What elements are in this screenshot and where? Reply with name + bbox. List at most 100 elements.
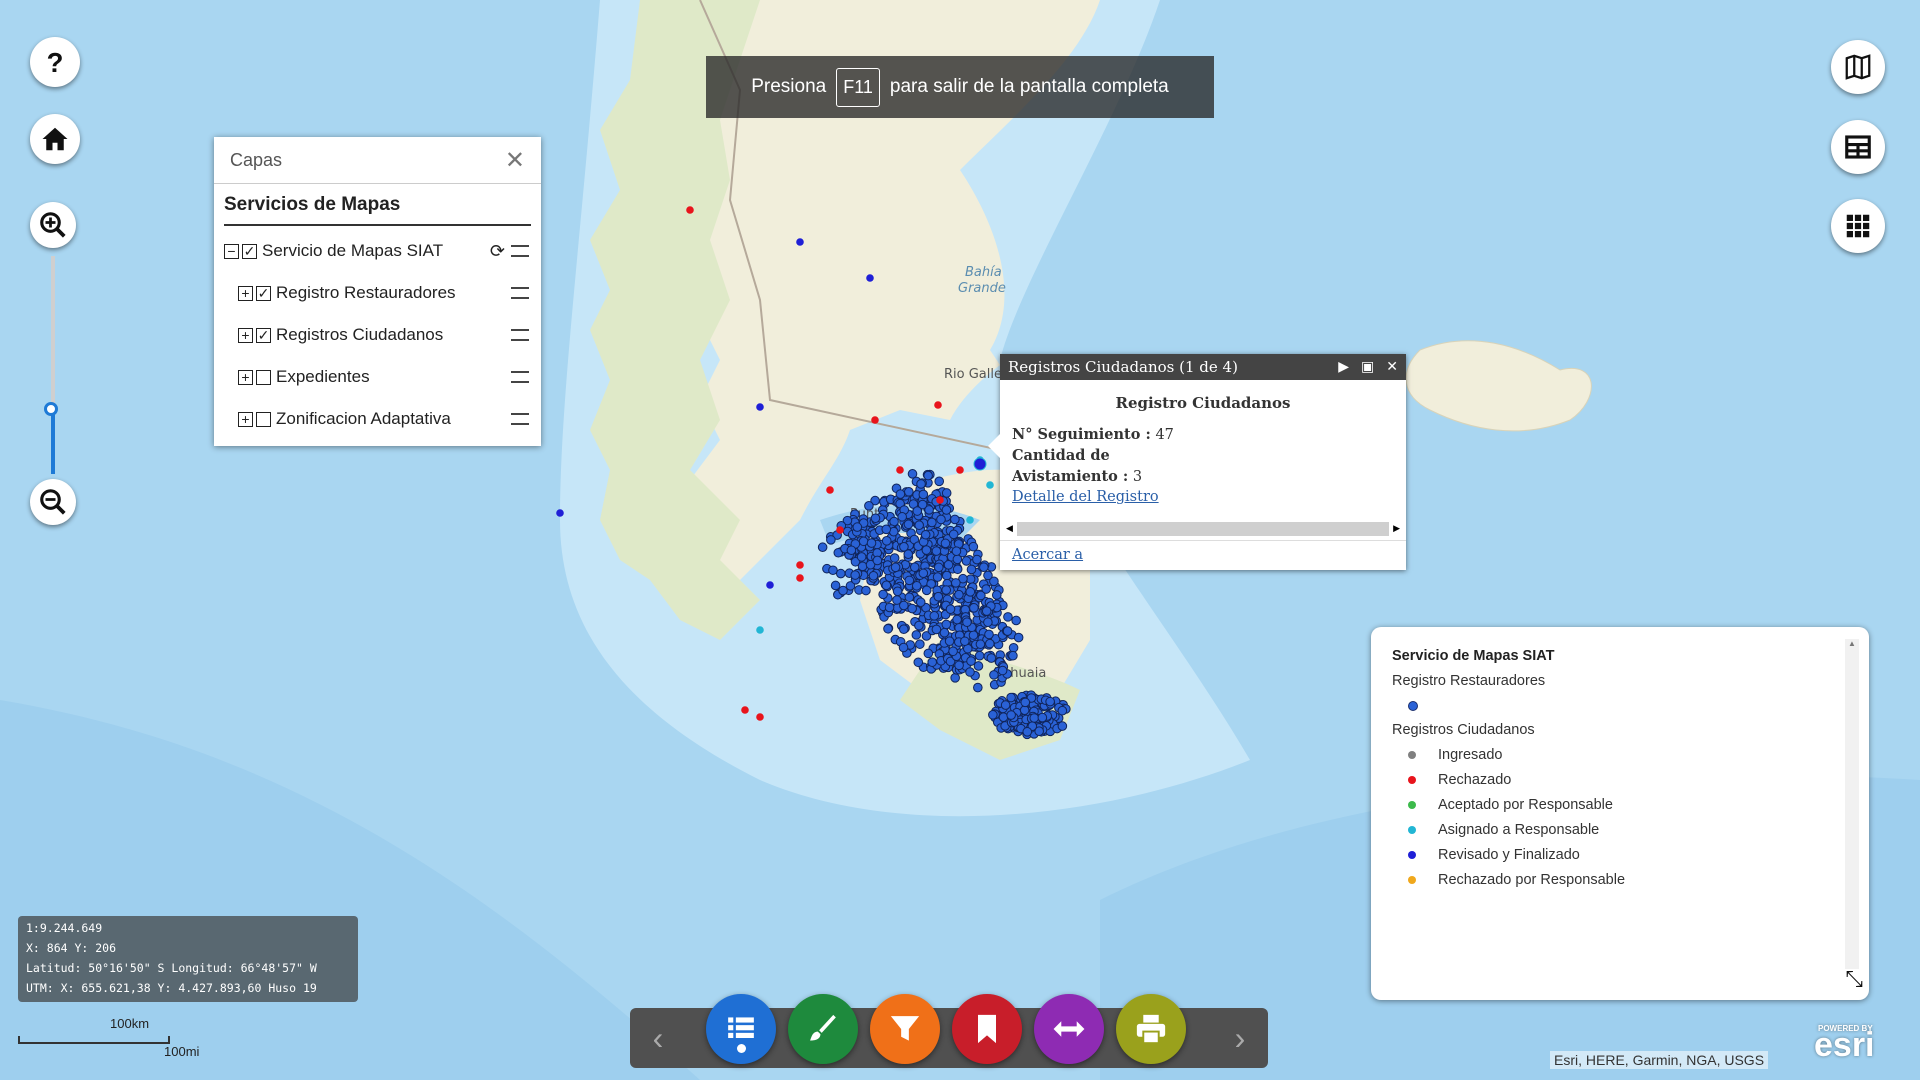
restaurador-point[interactable] xyxy=(973,661,984,671)
layer-checkbox[interactable] xyxy=(256,369,271,385)
restaurador-point[interactable] xyxy=(904,592,915,603)
layer-checkbox[interactable]: ✓ xyxy=(256,285,271,301)
ciudadano-point[interactable] xyxy=(836,526,844,534)
restaurador-point[interactable] xyxy=(909,562,920,572)
restaurador-point[interactable] xyxy=(950,673,960,683)
close-icon[interactable]: ✕ xyxy=(505,146,525,175)
restaurador-point[interactable] xyxy=(965,587,976,597)
ciudadano-point[interactable] xyxy=(934,401,942,409)
restaurador-point[interactable] xyxy=(981,584,992,594)
expand-icon[interactable]: + xyxy=(238,411,253,427)
ciudadano-point[interactable] xyxy=(826,486,834,494)
restaurador-point[interactable] xyxy=(983,570,993,581)
restaurador-point[interactable] xyxy=(983,617,993,628)
restaurador-point[interactable] xyxy=(904,486,914,497)
restaurador-point[interactable] xyxy=(997,665,1008,676)
restaurador-point[interactable] xyxy=(918,568,929,579)
restaurador-point[interactable] xyxy=(881,524,892,535)
restaurador-point[interactable] xyxy=(984,629,994,640)
restaurador-point[interactable] xyxy=(936,514,946,525)
restaurador-point[interactable] xyxy=(944,636,955,646)
restaurador-point[interactable] xyxy=(852,522,863,532)
restaurador-point[interactable] xyxy=(941,619,952,630)
restaurador-point[interactable] xyxy=(892,586,903,597)
restaurador-point[interactable] xyxy=(1003,612,1013,622)
restaurador-point[interactable] xyxy=(914,620,924,631)
zoom-slider-handle[interactable] xyxy=(44,402,58,416)
filter-tool-button[interactable] xyxy=(870,994,940,1064)
restaurador-point[interactable] xyxy=(911,580,922,591)
restaurador-point[interactable] xyxy=(898,642,909,653)
restaurador-point[interactable] xyxy=(966,656,976,666)
restaurador-point[interactable] xyxy=(899,542,909,552)
restaurador-point[interactable] xyxy=(941,505,952,515)
restaurador-point[interactable] xyxy=(948,529,959,540)
draw-tool-button[interactable] xyxy=(788,994,858,1064)
toolbar-next-button[interactable]: › xyxy=(1212,1008,1268,1068)
restaurador-point[interactable] xyxy=(895,489,906,499)
restaurador-point[interactable] xyxy=(907,603,917,614)
restaurador-point[interactable] xyxy=(921,545,932,555)
restaurador-point[interactable] xyxy=(945,604,956,614)
widgets-button[interactable] xyxy=(1831,199,1885,253)
scroll-track[interactable] xyxy=(1016,522,1390,536)
restaurador-point[interactable] xyxy=(954,660,964,671)
restaurador-point[interactable] xyxy=(1019,705,1030,715)
restaurador-point[interactable] xyxy=(835,568,846,579)
restaurador-point[interactable] xyxy=(931,546,942,556)
restaurador-point[interactable] xyxy=(962,617,972,627)
restaurador-point[interactable] xyxy=(870,513,881,524)
restaurador-point[interactable] xyxy=(1013,632,1024,643)
restaurador-point[interactable] xyxy=(933,591,944,602)
restaurador-point[interactable] xyxy=(965,667,975,677)
restaurador-point[interactable] xyxy=(931,624,942,635)
restaurador-point[interactable] xyxy=(881,580,892,591)
service-checkbox[interactable]: ✓ xyxy=(242,243,257,259)
layer-checkbox[interactable] xyxy=(256,411,271,427)
restaurador-point[interactable] xyxy=(951,578,961,588)
restaurador-point[interactable] xyxy=(864,501,874,511)
restaurador-point[interactable] xyxy=(918,489,929,500)
measure-tool-button[interactable] xyxy=(1034,994,1104,1064)
help-button[interactable]: ? xyxy=(30,37,80,87)
restaurador-point[interactable] xyxy=(932,572,943,582)
legend-scrollbar[interactable]: ▲ xyxy=(1845,639,1859,969)
refresh-icon[interactable]: ⟳ xyxy=(490,241,505,262)
ciudadano-point[interactable] xyxy=(766,581,774,589)
restaurador-point[interactable] xyxy=(927,517,937,528)
restaurador-point[interactable] xyxy=(950,514,960,525)
ciudadano-point[interactable] xyxy=(756,403,764,411)
ciudadano-point[interactable] xyxy=(756,713,764,721)
ciudadano-point[interactable] xyxy=(686,206,694,214)
restaurador-point[interactable] xyxy=(934,476,945,487)
restaurador-point[interactable] xyxy=(856,552,867,562)
restaurador-point[interactable] xyxy=(941,488,952,498)
expand-icon[interactable]: + xyxy=(238,327,253,343)
expand-icon[interactable]: + xyxy=(238,369,253,385)
menu-icon[interactable] xyxy=(511,245,529,257)
expand-icon[interactable]: + xyxy=(238,285,253,301)
ciudadano-point[interactable] xyxy=(556,509,564,517)
restaurador-point[interactable] xyxy=(898,624,909,634)
restaurador-point[interactable] xyxy=(1000,700,1011,710)
restaurador-point[interactable] xyxy=(989,670,999,680)
drag-handle-icon[interactable] xyxy=(511,287,529,299)
scroll-up-icon[interactable]: ▲ xyxy=(1845,639,1859,648)
scroll-left-icon[interactable]: ◀ xyxy=(1006,524,1013,534)
restaurador-point[interactable] xyxy=(850,570,860,580)
restaurador-point[interactable] xyxy=(890,562,901,573)
restaurador-point[interactable] xyxy=(981,606,992,616)
restaurador-point[interactable] xyxy=(846,545,857,556)
restaurador-point[interactable] xyxy=(920,529,931,540)
restaurador-point[interactable] xyxy=(933,562,944,573)
ciudadano-point[interactable] xyxy=(796,561,804,569)
bookmark-tool-button[interactable] xyxy=(952,994,1022,1064)
restaurador-point[interactable] xyxy=(878,589,888,600)
restaurador-point[interactable] xyxy=(1008,650,1018,661)
restaurador-point[interactable] xyxy=(1057,705,1068,716)
scroll-right-icon[interactable]: ▶ xyxy=(1393,524,1400,534)
zoom-to-link[interactable]: Acercar a xyxy=(1012,547,1083,563)
restaurador-point[interactable] xyxy=(921,585,932,596)
zoom-out-button[interactable] xyxy=(30,479,76,525)
close-icon[interactable]: ✕ xyxy=(1386,359,1398,375)
